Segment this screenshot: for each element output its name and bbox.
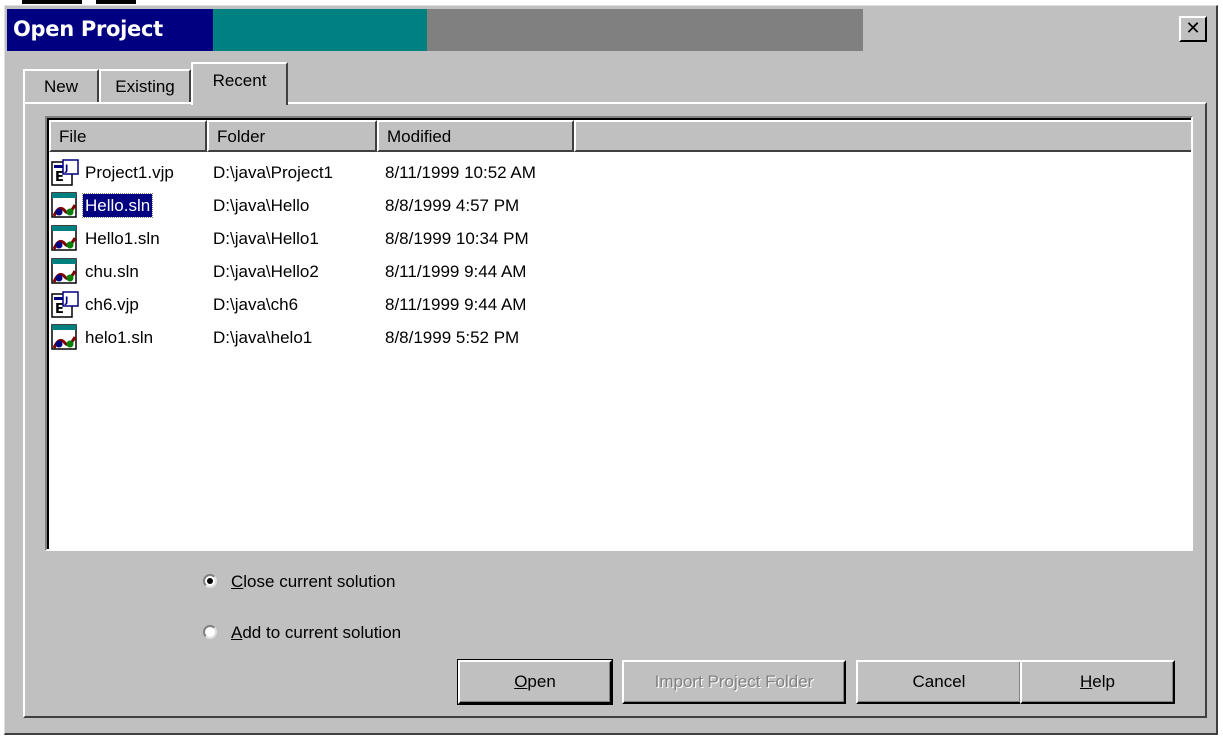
file-name-cell: Hello.sln [81,193,154,218]
table-row[interactable]: helo1.sln D:\java\helo1 8/8/1999 5:52 PM [49,321,1191,354]
file-name-cell: chu.sln [85,262,139,281]
modified-cell: 8/8/1999 5:52 PM [385,328,520,347]
tab-label: Recent [212,71,267,90]
modified-cell: 8/11/1999 9:44 AM [385,262,527,281]
folder-cell: D:\java\Hello1 [213,229,319,248]
close-button[interactable]: ✕ [1179,16,1207,42]
table-row[interactable]: Hello1.sln D:\java\Hello1 8/8/1999 10:34 P… [49,222,1191,255]
modified-cell: 8/11/1999 9:44 AM [385,295,527,314]
file-name-cell: helo1.sln [85,328,154,347]
file-name-cell: Hello1.sln [85,229,160,248]
folder-cell: D:\java\Hello2 [213,262,319,281]
add-to-current-label: Add to current solution [231,623,402,642]
cropped-text-fragment [96,0,136,4]
table-row[interactable]: chu.sln D:\java\Hello2 8/11/1999 9:44 AM [49,255,1191,288]
help-button[interactable]: Help [1020,660,1175,704]
import-project-folder-button[interactable]: Import Project Folder [622,660,846,704]
solution-icon [51,225,79,253]
list-header: File Folder Modified [49,120,1191,152]
close-current-label: Close current solution [231,572,396,591]
solution-icon [51,192,79,220]
table-row[interactable]: Hello.sln D:\java\Hello 8/8/1999 4:57 PM [49,189,1191,222]
radio-dot [207,578,213,584]
open-button[interactable]: Open [457,659,613,705]
svg-text:J: J [64,296,68,306]
tab-label: Existing [115,77,175,96]
table-row[interactable]: E J Project1.vjp D:\java\Project1 8/11/1999 … [49,156,1191,189]
solution-icon [51,324,79,352]
svg-text:J: J [64,164,68,174]
modified-cell: 8/8/1999 10:34 PM [385,229,529,248]
table-row[interactable]: E J ch6.vjp D:\java\ch6 8/11/1999 9:44 AM [49,288,1191,321]
tab-existing[interactable]: Existing [99,69,191,103]
modified-cell: 8/11/1999 10:52 AM [385,163,536,182]
tab-recent[interactable]: Recent [191,62,288,105]
tab-new[interactable]: New [23,69,99,103]
file-name-cell: ch6.vjp [85,295,139,314]
vjp-project-icon: EJ [51,291,79,319]
recent-projects-list[interactable]: File Folder Modified E J Project1.vjp D:\ja… [45,116,1193,551]
column-header-file[interactable]: File [49,120,207,152]
folder-cell: D:\java\ch6 [213,295,299,314]
vjp-project-icon: EJ [51,159,79,187]
file-name-cell: Project1.vjp [85,163,174,182]
column-header-modified[interactable]: Modified [377,120,574,152]
solution-icon [51,258,79,286]
folder-cell: D:\java\Hello [213,196,310,215]
cancel-button[interactable]: Cancel [856,660,1022,704]
add-to-current-radio[interactable] [203,625,217,639]
open-project-dialog: Open Project ✕ New Existing Recent File … [4,5,1218,735]
title-gradient-gray [427,9,863,51]
close-current-radio[interactable] [203,574,217,588]
list-frame: File Folder Modified E J Project1.vjp D:\ja… [47,118,1191,549]
modified-cell: 8/8/1999 4:57 PM [385,196,520,215]
title-bar[interactable]: Open Project ✕ [7,9,1213,51]
window-title: Open Project [13,17,163,41]
title-gradient-teal [213,9,427,51]
column-header-filler [574,120,1191,152]
tab-label: New [43,77,78,96]
folder-cell: D:\java\Project1 [213,163,333,182]
cropped-text-fragment [22,0,82,4]
close-icon: ✕ [1185,18,1201,39]
column-header-folder[interactable]: Folder [207,120,377,152]
folder-cell: D:\java\helo1 [213,328,313,347]
